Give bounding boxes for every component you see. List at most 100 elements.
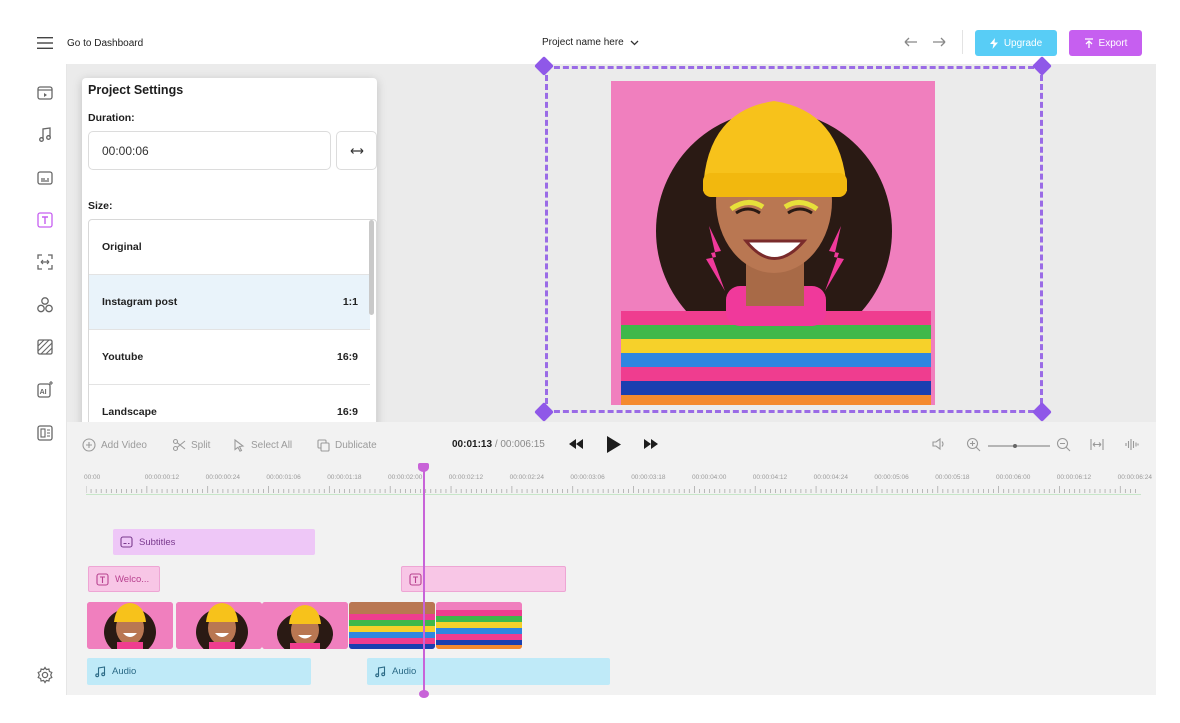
volume-icon[interactable] — [931, 437, 947, 451]
text-clip-welcome[interactable]: Welco... — [88, 566, 160, 592]
waveform-icon[interactable] — [1125, 438, 1139, 451]
duration-stretch-button[interactable] — [336, 131, 377, 170]
ruler-tick-label: 00:00:01:06 — [266, 474, 301, 481]
elements-icon[interactable] — [35, 295, 55, 315]
ruler-tick-label: 00:00:05:06 — [874, 474, 909, 481]
size-option-youtube[interactable]: Youtube 16:9 — [89, 330, 370, 385]
playhead-handle[interactable] — [418, 463, 429, 472]
plus-circle-icon — [82, 438, 96, 452]
ruler-tick-label: 00:00 — [84, 474, 101, 481]
upgrade-button[interactable]: Upgrade — [975, 30, 1057, 56]
export-label: Export — [1098, 37, 1128, 49]
horizontal-arrows-icon — [350, 147, 364, 155]
templates-icon[interactable] — [35, 423, 55, 443]
text-clip-label: Welco... — [115, 573, 150, 585]
ruler-tick-label: 00:00:00:24 — [205, 474, 240, 481]
ruler-tick-label: 00:00:02:00 — [388, 474, 423, 481]
fit-timeline-icon[interactable] — [1090, 438, 1104, 451]
size-option-ratio: 16:9 — [336, 406, 358, 418]
video-thumbnail[interactable] — [176, 602, 262, 649]
project-settings-title: Project Settings — [88, 83, 184, 97]
video-thumbnail[interactable] — [262, 602, 348, 649]
project-settings-panel: Project Settings Duration: 00:00:06 Size… — [82, 78, 377, 430]
video-thumbnail[interactable] — [436, 602, 522, 649]
lightning-icon — [989, 37, 998, 49]
time-separator: / — [494, 439, 498, 450]
play-icon[interactable] — [606, 435, 622, 454]
ruler-tick-label: 00:00:06:12 — [1056, 474, 1092, 481]
size-option-name: Landscape — [102, 406, 157, 418]
ruler-ticks — [86, 486, 1136, 493]
playhead[interactable] — [423, 468, 425, 695]
playhead-end — [419, 690, 429, 698]
ruler-tick-label: 00:00:06:24 — [1117, 474, 1152, 481]
audio-clip[interactable]: Audio — [367, 658, 610, 685]
selection-frame[interactable] — [545, 66, 1043, 413]
time-readout: 00:01:13 / 00:006:15 — [452, 439, 545, 450]
size-option-instagram-post[interactable]: Instagram post 1:1 — [89, 275, 370, 330]
project-name-dropdown[interactable]: Project name here — [542, 37, 639, 48]
audio-clip-label: Audio — [392, 666, 417, 677]
audio-clip-label: Audio — [112, 666, 137, 677]
chevron-down-icon — [630, 40, 639, 46]
settings-icon[interactable] — [35, 665, 55, 685]
subtitles-clip-label: Subtitles — [139, 536, 176, 548]
undo-icon[interactable] — [902, 34, 920, 50]
zoom-slider[interactable] — [988, 444, 1050, 448]
zoom-in-icon[interactable] — [966, 437, 981, 452]
ruler-tick-label: 00:00:01:18 — [327, 474, 362, 481]
transitions-icon[interactable] — [35, 337, 55, 357]
size-list[interactable]: Original Instagram post 1:1 Youtube 16:9… — [88, 219, 377, 430]
upload-icon — [1084, 37, 1094, 49]
current-time: 00:01:13 — [452, 439, 493, 450]
ai-icon[interactable]: AI — [35, 380, 55, 400]
svg-text:AI: AI — [40, 389, 47, 396]
duplicate-label: Dublicate — [335, 439, 377, 451]
text-icon[interactable] — [35, 210, 55, 230]
size-option-original[interactable]: Original — [89, 220, 370, 275]
video-icon[interactable] — [35, 83, 55, 103]
size-list-scrollbar[interactable] — [369, 220, 374, 315]
ruler-tick-label: 00:00:04:00 — [692, 474, 727, 481]
text-clip-second[interactable] — [401, 566, 566, 592]
music-icon[interactable] — [35, 125, 55, 145]
add-video-label: Add Video — [101, 439, 147, 451]
project-name-label: Project name here — [542, 37, 624, 48]
duplicate-button[interactable]: Dublicate — [317, 437, 377, 453]
ruler-tick-label: 00:00:00:12 — [144, 474, 180, 481]
video-thumbnail[interactable] — [87, 602, 173, 649]
size-option-name: Instagram post — [102, 296, 178, 308]
size-option-ratio: 1:1 — [342, 296, 358, 308]
ruler-tick-label: 00:00:06:00 — [996, 474, 1031, 481]
ruler-tick-label: 00:00:04:12 — [752, 474, 788, 481]
resize-icon[interactable] — [35, 252, 55, 272]
menu-icon[interactable] — [37, 37, 53, 49]
size-option-ratio: 16:9 — [336, 351, 358, 363]
size-option-name: Original — [102, 241, 142, 253]
ruler-tick-label: 00:00:03:06 — [570, 474, 605, 481]
subtitles-icon[interactable] — [35, 168, 55, 188]
total-time: 00:006:15 — [500, 439, 545, 450]
audio-clip[interactable]: Audio — [87, 658, 311, 685]
ruler-baseline — [86, 494, 1141, 495]
rewind-icon[interactable] — [568, 438, 584, 450]
subtitles-clip[interactable]: Subtitles — [113, 529, 315, 555]
duration-label: Duration: — [88, 112, 135, 124]
duration-input[interactable]: 00:00:06 — [88, 131, 331, 170]
ruler-tick-label: 00:00:05:18 — [935, 474, 970, 481]
music-icon — [94, 665, 106, 678]
music-icon — [374, 665, 386, 678]
go-to-dashboard-link[interactable]: Go to Dashboard — [67, 38, 143, 49]
split-button[interactable]: Split — [172, 437, 210, 453]
export-button[interactable]: Export — [1069, 30, 1142, 56]
fast-forward-icon[interactable] — [643, 438, 659, 450]
add-video-button[interactable]: Add Video — [82, 437, 147, 453]
zoom-out-icon[interactable] — [1056, 437, 1071, 452]
select-all-button[interactable]: Select All — [233, 437, 292, 453]
redo-icon[interactable] — [930, 34, 948, 50]
split-label: Split — [191, 439, 211, 451]
text-icon — [409, 572, 422, 586]
ruler-tick-label: 00:00:03:18 — [631, 474, 666, 481]
size-option-name: Youtube — [102, 351, 144, 363]
subtitles-icon — [120, 536, 133, 548]
